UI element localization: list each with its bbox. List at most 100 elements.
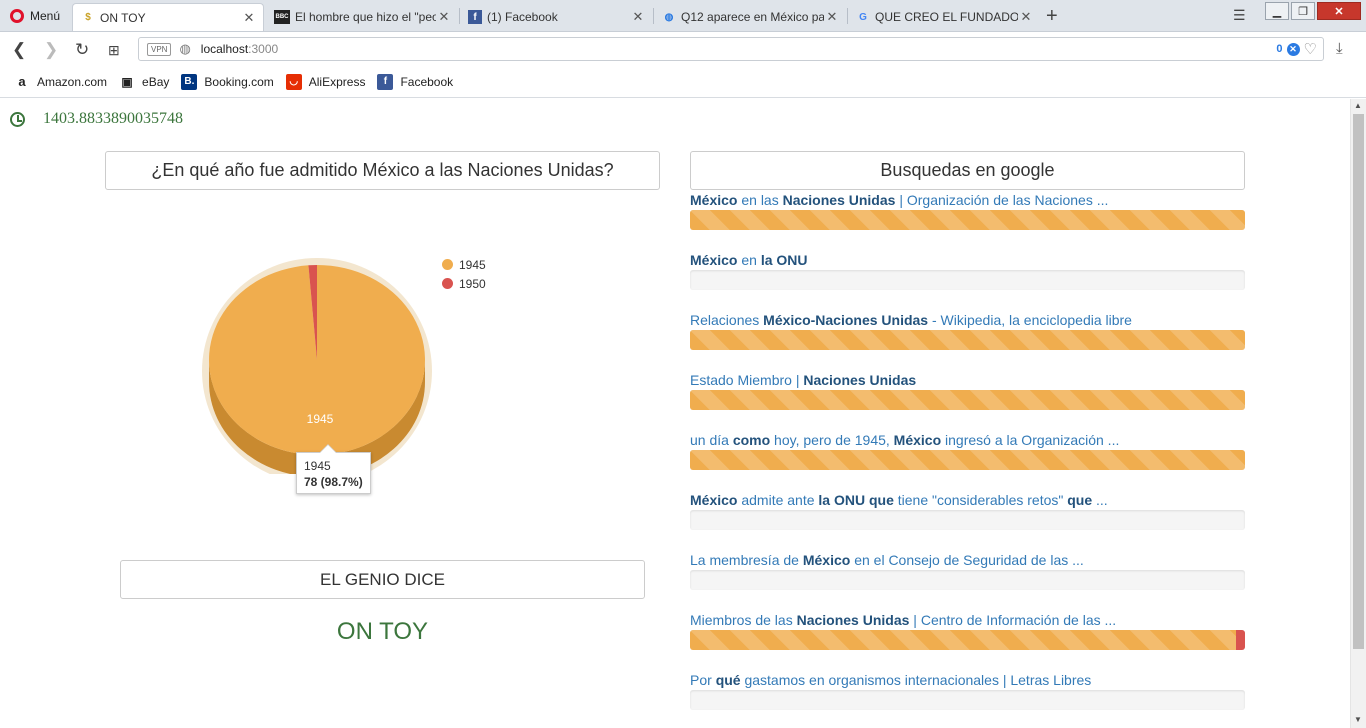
- minimize-window-icon[interactable]: ▁: [1265, 2, 1289, 20]
- legend-item-1945[interactable]: 1945: [442, 255, 486, 274]
- scroll-up-arrow-icon[interactable]: ▲: [1354, 101, 1362, 110]
- clock-icon: [10, 111, 25, 127]
- highlighted-term: como: [732, 432, 771, 448]
- result-text: ...: [1092, 492, 1108, 508]
- money-bag-icon: $: [85, 12, 91, 23]
- maximize-window-icon[interactable]: ❐: [1291, 2, 1315, 20]
- search-result-link[interactable]: La membresía de México en el Consejo de …: [690, 551, 1245, 570]
- tooltip-value: 78 (98.7%): [304, 475, 363, 489]
- tooltip-label: 1945: [304, 459, 331, 473]
- bookmark-facebook[interactable]: f Facebook: [377, 73, 453, 90]
- vpn-badge[interactable]: VPN: [147, 42, 172, 56]
- result-progress-bar: [690, 690, 1245, 710]
- back-arrow-icon[interactable]: ❮: [12, 40, 26, 60]
- tab-title: (1) Facebook: [487, 10, 558, 24]
- tab-q12[interactable]: ◍ Q12 aparece en México para ✕: [654, 3, 846, 31]
- result-text: La membresía de: [690, 552, 803, 568]
- search-result: Miembros de las Naciones Unidas | Centro…: [690, 611, 1245, 671]
- tab-bbc[interactable]: BBC El hombre que hizo el "peor ✕: [266, 3, 458, 31]
- booking-icon: B.: [181, 73, 198, 90]
- download-icon[interactable]: ⤓: [1336, 40, 1343, 57]
- search-result: México admite ante la ONU que tiene "con…: [690, 491, 1245, 551]
- bookmark-booking[interactable]: B. Booking.com: [181, 73, 274, 90]
- facebook-icon: f: [377, 73, 394, 90]
- close-tab-icon[interactable]: ✕: [241, 10, 257, 26]
- highlighted-term: México: [802, 552, 851, 568]
- result-progress-bar: [690, 450, 1245, 470]
- site-info-globe-icon[interactable]: ◍: [179, 41, 190, 57]
- search-result-link[interactable]: México en la ONU: [690, 251, 1245, 270]
- result-text: tiene "considerables retos": [893, 492, 1068, 508]
- adblock-count: 0: [1276, 43, 1283, 55]
- legend-label: 1945: [459, 257, 486, 272]
- search-result-link[interactable]: Estado Miembro | Naciones Unidas: [690, 371, 1245, 390]
- url-text[interactable]: localhost:3000: [201, 42, 278, 56]
- tab-on-toy[interactable]: $ ON TOY ✕: [72, 3, 264, 31]
- close-window-icon[interactable]: ✕: [1317, 2, 1361, 20]
- page-scrollbar[interactable]: ▲ ▼: [1350, 99, 1366, 728]
- scrollbar-thumb[interactable]: [1353, 114, 1364, 649]
- search-result-link[interactable]: Relaciones México-Naciones Unidas - Wiki…: [690, 311, 1245, 330]
- tab-menu-icon[interactable]: ☰: [1233, 7, 1246, 24]
- result-text: un día: [690, 432, 733, 448]
- url-port: :3000: [248, 42, 279, 56]
- bookmark-label: eBay: [142, 74, 170, 89]
- result-progress-bar: [690, 390, 1245, 410]
- result-progress-bar: [690, 270, 1245, 290]
- close-tab-icon[interactable]: ✕: [1018, 9, 1034, 25]
- search-result-link[interactable]: Miembros de las Naciones Unidas | Centro…: [690, 611, 1245, 630]
- tab-facebook[interactable]: f (1) Facebook ✕: [460, 3, 652, 31]
- highlighted-term: Naciones Unidas: [782, 192, 896, 208]
- highlighted-term: Naciones Unidas: [796, 612, 910, 628]
- url-host: localhost: [200, 42, 249, 56]
- result-text: | Centro de Información de las ...: [909, 612, 1117, 628]
- highlighted-term: la ONU que: [818, 492, 894, 508]
- result-text: en el Consejo de Seguridad de las ...: [850, 552, 1084, 568]
- search-result-link[interactable]: México admite ante la ONU que tiene "con…: [690, 491, 1245, 510]
- result-text: en las: [737, 192, 783, 208]
- timer: 1403.8833890035748: [10, 110, 183, 128]
- search-result-link[interactable]: un día como hoy, pero de 1945, México in…: [690, 431, 1245, 450]
- close-tab-icon[interactable]: ✕: [824, 9, 840, 25]
- result-text: Estado Miembro |: [690, 372, 804, 388]
- legend-item-1950[interactable]: 1950: [442, 274, 486, 293]
- question-panel: ¿En qué año fue admitido México a las Na…: [105, 151, 660, 190]
- forward-arrow-icon[interactable]: ❯: [44, 40, 58, 60]
- search-result-link[interactable]: Por qué gastamos en organismos internaci…: [690, 671, 1245, 690]
- bookmark-label: AliExpress: [308, 74, 366, 89]
- search-result: México en las Naciones Unidas | Organiza…: [690, 191, 1245, 251]
- legend-dot-1945: [442, 259, 453, 270]
- bookmark-amazon[interactable]: a Amazon.com: [14, 74, 107, 90]
- tab-title: Q12 aparece en México para: [681, 10, 824, 24]
- result-text: Por: [690, 672, 716, 688]
- pie-slice-label: 1945: [307, 412, 334, 426]
- tab-google-search[interactable]: G QUE CREO EL FUNDADOR DE ✕: [848, 3, 1040, 31]
- address-bar: ❮ ❯ ↻ ⊞ VPN ◍ localhost:3000 0 ✕ ♡ ⤓: [0, 32, 1366, 66]
- search-result: Relaciones México-Naciones Unidas - Wiki…: [690, 311, 1245, 371]
- url-field[interactable]: VPN ◍ localhost:3000 0 ✕ ♡: [138, 37, 1324, 61]
- highlighted-term: México: [690, 492, 738, 508]
- search-results-list: México en las Naciones Unidas | Organiza…: [690, 191, 1245, 728]
- bookmark-ebay[interactable]: ▣ eBay: [119, 74, 169, 90]
- bookmark-heart-icon[interactable]: ♡: [1304, 40, 1317, 58]
- new-tab-plus-icon[interactable]: +: [1046, 5, 1058, 28]
- highlighted-term: México: [690, 192, 738, 208]
- facebook-icon: f: [468, 10, 482, 24]
- result-text: en: [737, 252, 761, 268]
- speed-dial-grid-icon[interactable]: ⊞: [108, 42, 120, 59]
- reload-icon[interactable]: ↻: [75, 40, 89, 60]
- searches-panel: Busquedas en google: [690, 151, 1245, 190]
- amazon-icon: a: [18, 74, 26, 89]
- progress-fill-1945: [690, 210, 1245, 230]
- search-result-link[interactable]: México en las Naciones Unidas | Organiza…: [690, 191, 1245, 210]
- opera-menu-button[interactable]: Menú: [0, 0, 70, 31]
- globe-icon: ◍: [664, 11, 674, 23]
- result-text: Relaciones: [690, 312, 764, 328]
- search-result: Por qué gastamos en organismos internaci…: [690, 671, 1245, 728]
- adblock-shield-icon[interactable]: ✕: [1286, 42, 1300, 56]
- tab-title: El hombre que hizo el "peor: [295, 10, 436, 24]
- close-tab-icon[interactable]: ✕: [630, 9, 646, 25]
- bookmark-aliexpress[interactable]: ◡ AliExpress: [285, 73, 366, 90]
- close-tab-icon[interactable]: ✕: [436, 9, 452, 25]
- scroll-down-arrow-icon[interactable]: ▼: [1354, 715, 1362, 724]
